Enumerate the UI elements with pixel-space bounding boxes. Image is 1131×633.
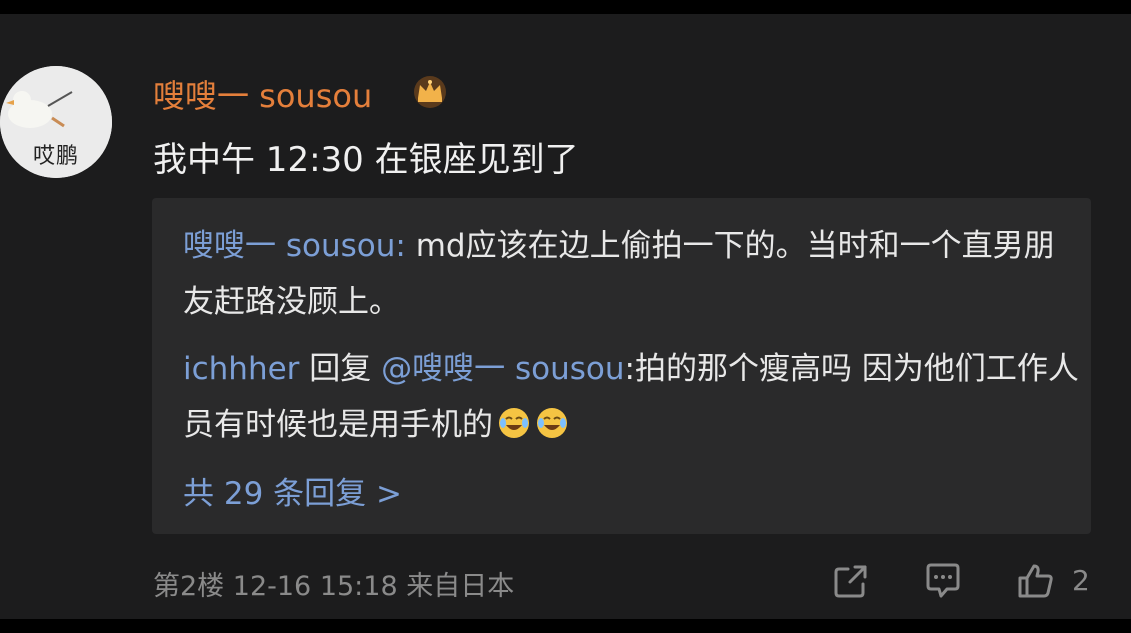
reply-mention[interactable]: @嗖嗖一 sousou: [381, 351, 624, 387]
comment-card: 哎鹏 嗖嗖一 sousou 我中午 12:30 在银座见到了 嗖嗖一 souso…: [0, 14, 1131, 619]
timestamp: 12-16 15:18: [232, 571, 398, 602]
floor-number: 第2楼: [153, 571, 225, 602]
comment-text: 我中午 12:30 在银座见到了: [153, 140, 579, 180]
top-border: [0, 0, 1131, 14]
more-replies-link[interactable]: 共 29 条回复 >: [183, 468, 402, 513]
reply-item[interactable]: ichhher 回复 @嗖嗖一 sousou:拍的那个瘦高吗 因为他们工作人员有…: [183, 341, 1083, 453]
avatar-caption: 哎鹏: [32, 144, 79, 169]
reply-separator: :: [395, 228, 416, 264]
like-count: 2: [1072, 564, 1090, 597]
bottom-border: [0, 619, 1131, 633]
reply-separator: :: [624, 351, 635, 387]
reply-item[interactable]: 嗖嗖一 sousou: md应该在边上偷拍一下的。当时和一个直男朋友赶路没顾上。: [183, 218, 1083, 330]
reply-word: 回复: [299, 351, 382, 387]
location: 来自日本: [406, 571, 515, 602]
laugh-cry-emoji-icon: [537, 408, 567, 438]
thumbs-up-icon[interactable]: [1016, 561, 1056, 601]
crown-icon: [414, 76, 446, 108]
replies-container: 嗖嗖一 sousou: md应该在边上偷拍一下的。当时和一个直男朋友赶路没顾上。…: [152, 198, 1091, 534]
share-icon[interactable]: [831, 561, 871, 601]
comment-icon[interactable]: [923, 561, 963, 601]
reply-author[interactable]: 嗖嗖一 sousou: [183, 228, 395, 264]
username[interactable]: 嗖嗖一 sousou: [153, 71, 372, 117]
comment-meta: 第2楼 12-16 15:18 来自日本: [153, 564, 514, 603]
laugh-cry-emoji-icon: [499, 408, 529, 438]
avatar[interactable]: 哎鹏: [0, 66, 112, 178]
reply-author[interactable]: ichhher: [183, 351, 299, 387]
